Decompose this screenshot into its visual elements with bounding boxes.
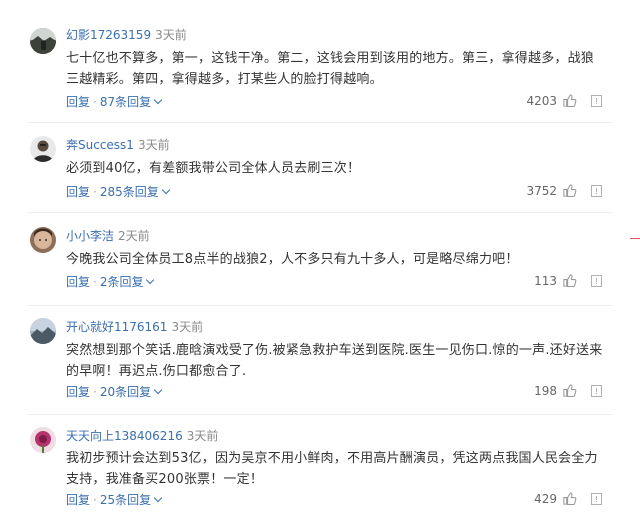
avatar[interactable] bbox=[30, 136, 56, 162]
avatar-image bbox=[30, 318, 56, 344]
like-area: 3752 bbox=[526, 183, 612, 198]
reply-button[interactable]: 回复 bbox=[66, 95, 90, 109]
like-count: 4203 bbox=[526, 93, 557, 108]
avatar-image bbox=[30, 227, 56, 253]
reply-count: 20条回复 bbox=[99, 385, 152, 399]
comment-meta: 开心就好1176161 3天前 bbox=[66, 319, 203, 335]
scroll-indicator bbox=[630, 238, 640, 239]
like-area: 429 bbox=[534, 491, 612, 506]
like-area: 4203 bbox=[526, 93, 612, 108]
comment-actions: 回复 · 2条回复 bbox=[66, 274, 155, 290]
avatar[interactable] bbox=[30, 227, 56, 253]
comment-text: 我初步预计会达到53亿，因为吴京不用小鲜肉，不用高片酬演员，凭这两点我国人民会全… bbox=[66, 451, 598, 487]
separator: · bbox=[93, 95, 97, 109]
like-count: 198 bbox=[534, 383, 557, 398]
chevron-down-icon bbox=[153, 385, 163, 395]
like-count: 113 bbox=[534, 273, 557, 288]
timestamp: 3天前 bbox=[186, 429, 219, 443]
avatar[interactable] bbox=[30, 318, 56, 344]
chevron-down-icon bbox=[146, 275, 155, 285]
comment-item: 小小李洁 2天前 今晚我公司全体员工8点半的战狼2，人不多只有九十多人，可是略尽绵… bbox=[0, 213, 612, 306]
separator: · bbox=[93, 385, 97, 399]
username-link[interactable]: 幻影17263159 bbox=[66, 28, 151, 42]
username-link[interactable]: 奔Success1 bbox=[66, 138, 134, 152]
separator: · bbox=[93, 275, 97, 289]
username-link[interactable]: 小小李洁 bbox=[66, 229, 114, 243]
comment-actions: 回复 · 20条回复 bbox=[66, 384, 163, 400]
avatar[interactable] bbox=[30, 427, 56, 453]
reply-count-toggle[interactable]: 2条回复 bbox=[99, 275, 155, 289]
reply-count: 25条回复 bbox=[99, 493, 152, 507]
reply-button[interactable]: 回复 bbox=[66, 493, 90, 507]
comment-actions: 回复 · 285条回复 bbox=[66, 184, 170, 200]
like-count: 3752 bbox=[526, 183, 557, 198]
report-icon[interactable] bbox=[591, 274, 602, 287]
reply-button[interactable]: 回复 bbox=[66, 385, 90, 399]
like-area: 113 bbox=[534, 273, 612, 288]
separator: · bbox=[93, 493, 97, 507]
avatar[interactable] bbox=[30, 28, 56, 54]
reply-count: 2条回复 bbox=[99, 275, 144, 289]
comment-text: 七十亿也不算多，第一，这钱干净。第二，这钱会用到该用的地方。第三，拿得越多，战狼… bbox=[66, 51, 595, 87]
comment-item: 开心就好1176161 3天前 突然想到那个笑话.鹿晗演戏受了伤.被紧急救护车送到… bbox=[0, 306, 612, 416]
reply-count-toggle[interactable]: 20条回复 bbox=[99, 385, 163, 399]
reply-count: 285条回复 bbox=[99, 185, 159, 199]
chevron-down-icon bbox=[161, 185, 170, 195]
report-icon[interactable] bbox=[591, 384, 602, 397]
thumbs-up-icon[interactable] bbox=[562, 383, 577, 398]
username-link[interactable]: 天天向上138406216 bbox=[66, 429, 183, 443]
comment-meta: 天天向上138406216 3天前 bbox=[66, 428, 218, 444]
timestamp: 2天前 bbox=[118, 229, 150, 243]
avatar-image bbox=[30, 427, 56, 453]
comment-actions: 回复 · 87条回复 bbox=[66, 94, 163, 110]
timestamp: 3天前 bbox=[171, 320, 204, 334]
reply-count-toggle[interactable]: 25条回复 bbox=[99, 493, 163, 507]
reply-count-toggle[interactable]: 87条回复 bbox=[99, 95, 163, 109]
like-area: 198 bbox=[534, 383, 612, 398]
avatar-image bbox=[30, 136, 56, 162]
report-icon[interactable] bbox=[591, 184, 602, 197]
comment-meta: 小小李洁 2天前 bbox=[66, 228, 150, 244]
username-link[interactable]: 开心就好1176161 bbox=[66, 320, 167, 334]
reply-button[interactable]: 回复 bbox=[66, 185, 90, 199]
reply-count-toggle[interactable]: 285条回复 bbox=[99, 185, 170, 199]
like-count: 429 bbox=[534, 491, 557, 506]
comment-actions: 回复 · 25条回复 bbox=[66, 492, 163, 508]
thumbs-up-icon[interactable] bbox=[562, 93, 577, 108]
reply-count: 87条回复 bbox=[99, 95, 152, 109]
comment-text: 必须到40亿，有差额我带公司全体人员去刷三次！ bbox=[66, 161, 361, 176]
comment-text: 今晚我公司全体员工8点半的战狼2，人不多只有九十多人，可是略尽绵力吧！ bbox=[66, 252, 519, 267]
comment-item: 天天向上138406216 3天前 我初步预计会达到53亿，因为吴京不用小鲜肉，不… bbox=[0, 415, 612, 529]
comment-meta: 奔Success1 3天前 bbox=[66, 137, 170, 153]
separator: · bbox=[93, 185, 97, 199]
reply-button[interactable]: 回复 bbox=[66, 275, 90, 289]
comment-item: 奔Success1 3天前 必须到40亿，有差额我带公司全体人员去刷三次！ 回复 ·… bbox=[0, 123, 612, 213]
thumbs-up-icon[interactable] bbox=[562, 183, 577, 198]
comment-text: 突然想到那个笑话.鹿晗演戏受了伤.被紧急救护车送到医院.医生一见伤口.惊的一声.… bbox=[66, 343, 603, 379]
comment-item: 幻影17263159 3天前 七十亿也不算多，第一，这钱干净。第二，这钱会用到该用… bbox=[0, 0, 612, 122]
timestamp: 3天前 bbox=[155, 28, 187, 42]
chevron-down-icon bbox=[153, 493, 163, 503]
avatar-image bbox=[30, 28, 56, 54]
report-icon[interactable] bbox=[591, 94, 602, 107]
thumbs-up-icon[interactable] bbox=[562, 273, 577, 288]
chevron-down-icon bbox=[153, 95, 163, 105]
report-icon[interactable] bbox=[591, 492, 602, 505]
comment-meta: 幻影17263159 3天前 bbox=[66, 27, 187, 43]
thumbs-up-icon[interactable] bbox=[562, 491, 577, 506]
timestamp: 3天前 bbox=[137, 138, 170, 152]
